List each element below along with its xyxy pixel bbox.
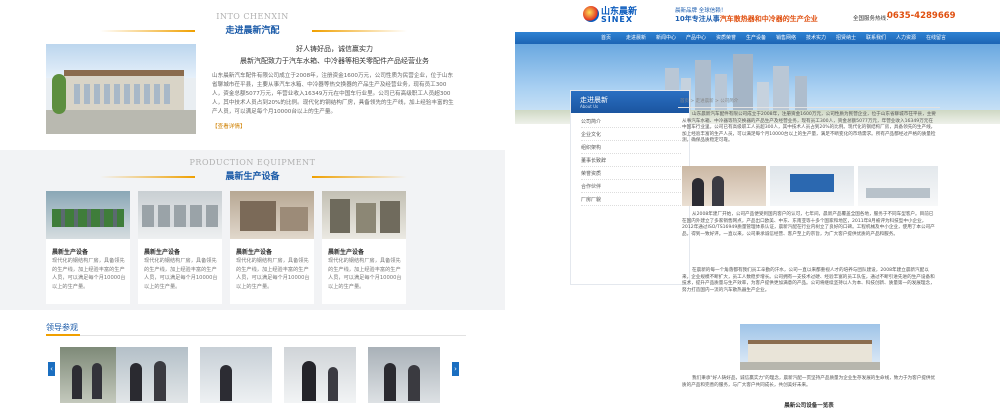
- nav-item[interactable]: 新闻中心: [651, 32, 681, 44]
- logo-icon: [583, 6, 599, 22]
- about-title: 走进晨新汽配: [225, 26, 280, 36]
- nav-item[interactable]: 资质荣誉: [711, 32, 741, 44]
- equipment-photo: [46, 191, 130, 239]
- nav-item[interactable]: 产品中心: [681, 32, 711, 44]
- equipment-list-heading: 晨新公司设备一览表: [784, 403, 834, 409]
- equipment-desc: 现代化的钢结构厂房，具备领先的生产线，加上经验丰富的生产人员，可以满足每个月10…: [144, 258, 218, 290]
- site-header: 山东晨新 SINEX 晨新品牌 全球信赖！ 10年专注从事汽车散热器和中冷器的生…: [515, 0, 1000, 34]
- left-panel: INTO CHENXIN 走进晨新汽配 好人铸好品，诚信赢实力 晨新汽配致力于汽…: [0, 0, 505, 410]
- content-paragraph: 从2008年建厂开始，公司产品便受到国内客户的认可，七年间，晨新产品覆盖全国各地…: [682, 212, 935, 237]
- nav-item[interactable]: 销售网络: [771, 32, 801, 44]
- logo-english: SINEX: [601, 15, 634, 24]
- equipment-title-line-left: [100, 176, 195, 178]
- equipment-title-line-right: [312, 176, 407, 178]
- breadcrumb[interactable]: 首页 > 走进晨新 > 公司简介: [680, 98, 738, 104]
- carousel-prev-button[interactable]: ‹: [48, 362, 55, 376]
- equipment-photo: [138, 191, 222, 239]
- nav-item[interactable]: 走进晨新: [621, 32, 651, 44]
- sidebar-item[interactable]: 合作伙伴: [581, 182, 681, 193]
- equipment-card[interactable]: 晨新生产设备 现代化的钢结构厂房，具备领先的生产线，加上经验丰富的生产人员，可以…: [46, 191, 130, 304]
- equipment-name: 晨新生产设备: [236, 249, 273, 256]
- content-photo-lobby: [770, 166, 854, 206]
- right-panel: 山东晨新 SINEX 晨新品牌 全球信赖！ 10年专注从事汽车散热器和中冷器的生…: [515, 0, 1000, 410]
- nav-item[interactable]: 在线留言: [921, 32, 951, 44]
- about-slogan-secondary: 晨新汽配致力于汽车水箱、中冷器等相关零配件产品经营业务: [240, 57, 429, 65]
- content-photo-meeting-room: [858, 166, 938, 206]
- about-title-line-right: [312, 30, 407, 32]
- carousel-next-button[interactable]: ›: [452, 362, 459, 376]
- equipment-name: 晨新生产设备: [328, 249, 365, 256]
- content-photo-office: [682, 166, 766, 206]
- nav-item[interactable]: 人力资源: [891, 32, 921, 44]
- hotline-number: 0635-4289669: [887, 11, 956, 21]
- equipment-desc: 现代化的钢结构厂房，具备领先的生产线，加上经验丰富的生产人员，可以满足每个月10…: [328, 258, 402, 290]
- nav-item[interactable]: 生产设备: [741, 32, 771, 44]
- main-content: 首页 > 走进晨新 > 公司简介 山东晨新汽车配件有限公司成立于2008年，注册…: [678, 98, 940, 410]
- nav-item[interactable]: 招贤纳士: [831, 32, 861, 44]
- equipment-card[interactable]: 晨新生产设备 现代化的钢结构厂房，具备领先的生产线，加上经验丰富的生产人员，可以…: [230, 191, 314, 304]
- visit-photo[interactable]: [200, 347, 272, 403]
- visit-title: 领导参观: [46, 323, 78, 332]
- equipment-card[interactable]: 晨新生产设备 现代化的钢结构厂房，具备领先的生产线，加上经验丰富的生产人员，可以…: [322, 191, 406, 304]
- equipment-card[interactable]: 晨新生产设备 现代化的钢结构厂房，具备领先的生产线，加上经验丰富的生产人员，可以…: [138, 191, 222, 304]
- header-slogan-main-a: 10年专注从事: [675, 15, 720, 23]
- about-title-line-left: [100, 30, 195, 32]
- content-paragraph: 在晨新的每一个角落都有我们员工辛勤的汗水，公司一直以来都重视人才的培养与团队建设…: [682, 268, 935, 293]
- sidebar-item[interactable]: 董事长致辞: [581, 156, 681, 167]
- header-slogan-main: 10年专注从事汽车散热器和中冷器的生产企业: [675, 14, 818, 24]
- header-slogan-small: 晨新品牌 全球信赖！: [675, 8, 727, 14]
- equipment-photo: [230, 191, 314, 239]
- equipment-section-header: PRODUCTION EQUIPMENT 晨新生产设备: [0, 158, 505, 182]
- nav-item[interactable]: 技术实力: [801, 32, 831, 44]
- about-text-block: 好人铸好品，诚信赢实力 晨新汽配致力于汽车水箱、中冷器等相关零配件产品经营业务 …: [212, 44, 457, 130]
- breadcrumb-divider: [678, 107, 940, 108]
- nav-item[interactable]: 首页: [591, 32, 621, 44]
- header-slogan-main-b: 汽车散热器和中冷器的生产企业: [719, 15, 818, 23]
- about-more-link[interactable]: 【查看详情】: [212, 122, 246, 130]
- sidebar: 走进晨新 About Us 公司简介 企业文化 组织架构 董事长致辞 荣誉资质 …: [570, 90, 690, 285]
- content-paragraph: 我们秉承"好人铸好品，诚信赢实力"的理念，晨新汽配一贯坚持产品质量为企业生存发展…: [682, 376, 936, 388]
- sidebar-item[interactable]: 组织架构: [581, 143, 681, 154]
- nav-item[interactable]: 联系我们: [861, 32, 891, 44]
- content-photo-factory: [740, 324, 880, 370]
- about-sub-title: INTO CHENXIN: [216, 12, 289, 21]
- visit-photo[interactable]: [116, 347, 188, 403]
- visit-photo[interactable]: [368, 347, 440, 403]
- sidebar-item[interactable]: 企业文化: [581, 130, 681, 141]
- sidebar-header: 走进晨新 About Us: [571, 91, 689, 113]
- equipment-desc: 现代化的钢结构厂房，具备领先的生产线，加上经验丰富的生产人员，可以满足每个月10…: [236, 258, 310, 290]
- sidebar-item[interactable]: 荣誉资质: [581, 169, 681, 180]
- sidebar-item[interactable]: 厂房厂貌: [581, 195, 681, 206]
- sidebar-item[interactable]: 公司简介: [581, 117, 681, 128]
- about-section-header: INTO CHENXIN 走进晨新汽配: [0, 12, 505, 36]
- equipment-name: 晨新生产设备: [144, 249, 181, 256]
- equipment-desc: 现代化的钢结构厂房，具备领先的生产线，加上经验丰富的生产人员，可以满足每个月10…: [52, 258, 126, 290]
- equipment-name: 晨新生产设备: [52, 249, 89, 256]
- sidebar-subtitle: About Us: [580, 104, 599, 109]
- about-body-text: 山东晨新汽车配件有限公司成立于2008年，注册资金1600万元，公司性质为民营企…: [212, 73, 454, 115]
- about-slogan: 好人铸好品，诚信赢实力: [296, 45, 373, 53]
- main-nav: 首页 走进晨新 新闻中心 产品中心 资质荣誉 生产设备 销售网络 技术实力 招贤…: [515, 32, 1000, 44]
- company-building-photo: [46, 44, 196, 134]
- equipment-title: 晨新生产设备: [225, 172, 280, 182]
- visit-title-underline: [46, 334, 80, 336]
- equipment-sub-title: PRODUCTION EQUIPMENT: [189, 158, 316, 167]
- visit-section-header: 领导参观: [46, 322, 466, 336]
- content-paragraph: 山东晨新汽车配件有限公司成立于2008年，注册资金1600万元，公司性质为民营企…: [682, 112, 936, 143]
- hotline-label: 全国服务热线：: [853, 16, 892, 22]
- equipment-photo: [322, 191, 406, 239]
- visit-photo[interactable]: [284, 347, 356, 403]
